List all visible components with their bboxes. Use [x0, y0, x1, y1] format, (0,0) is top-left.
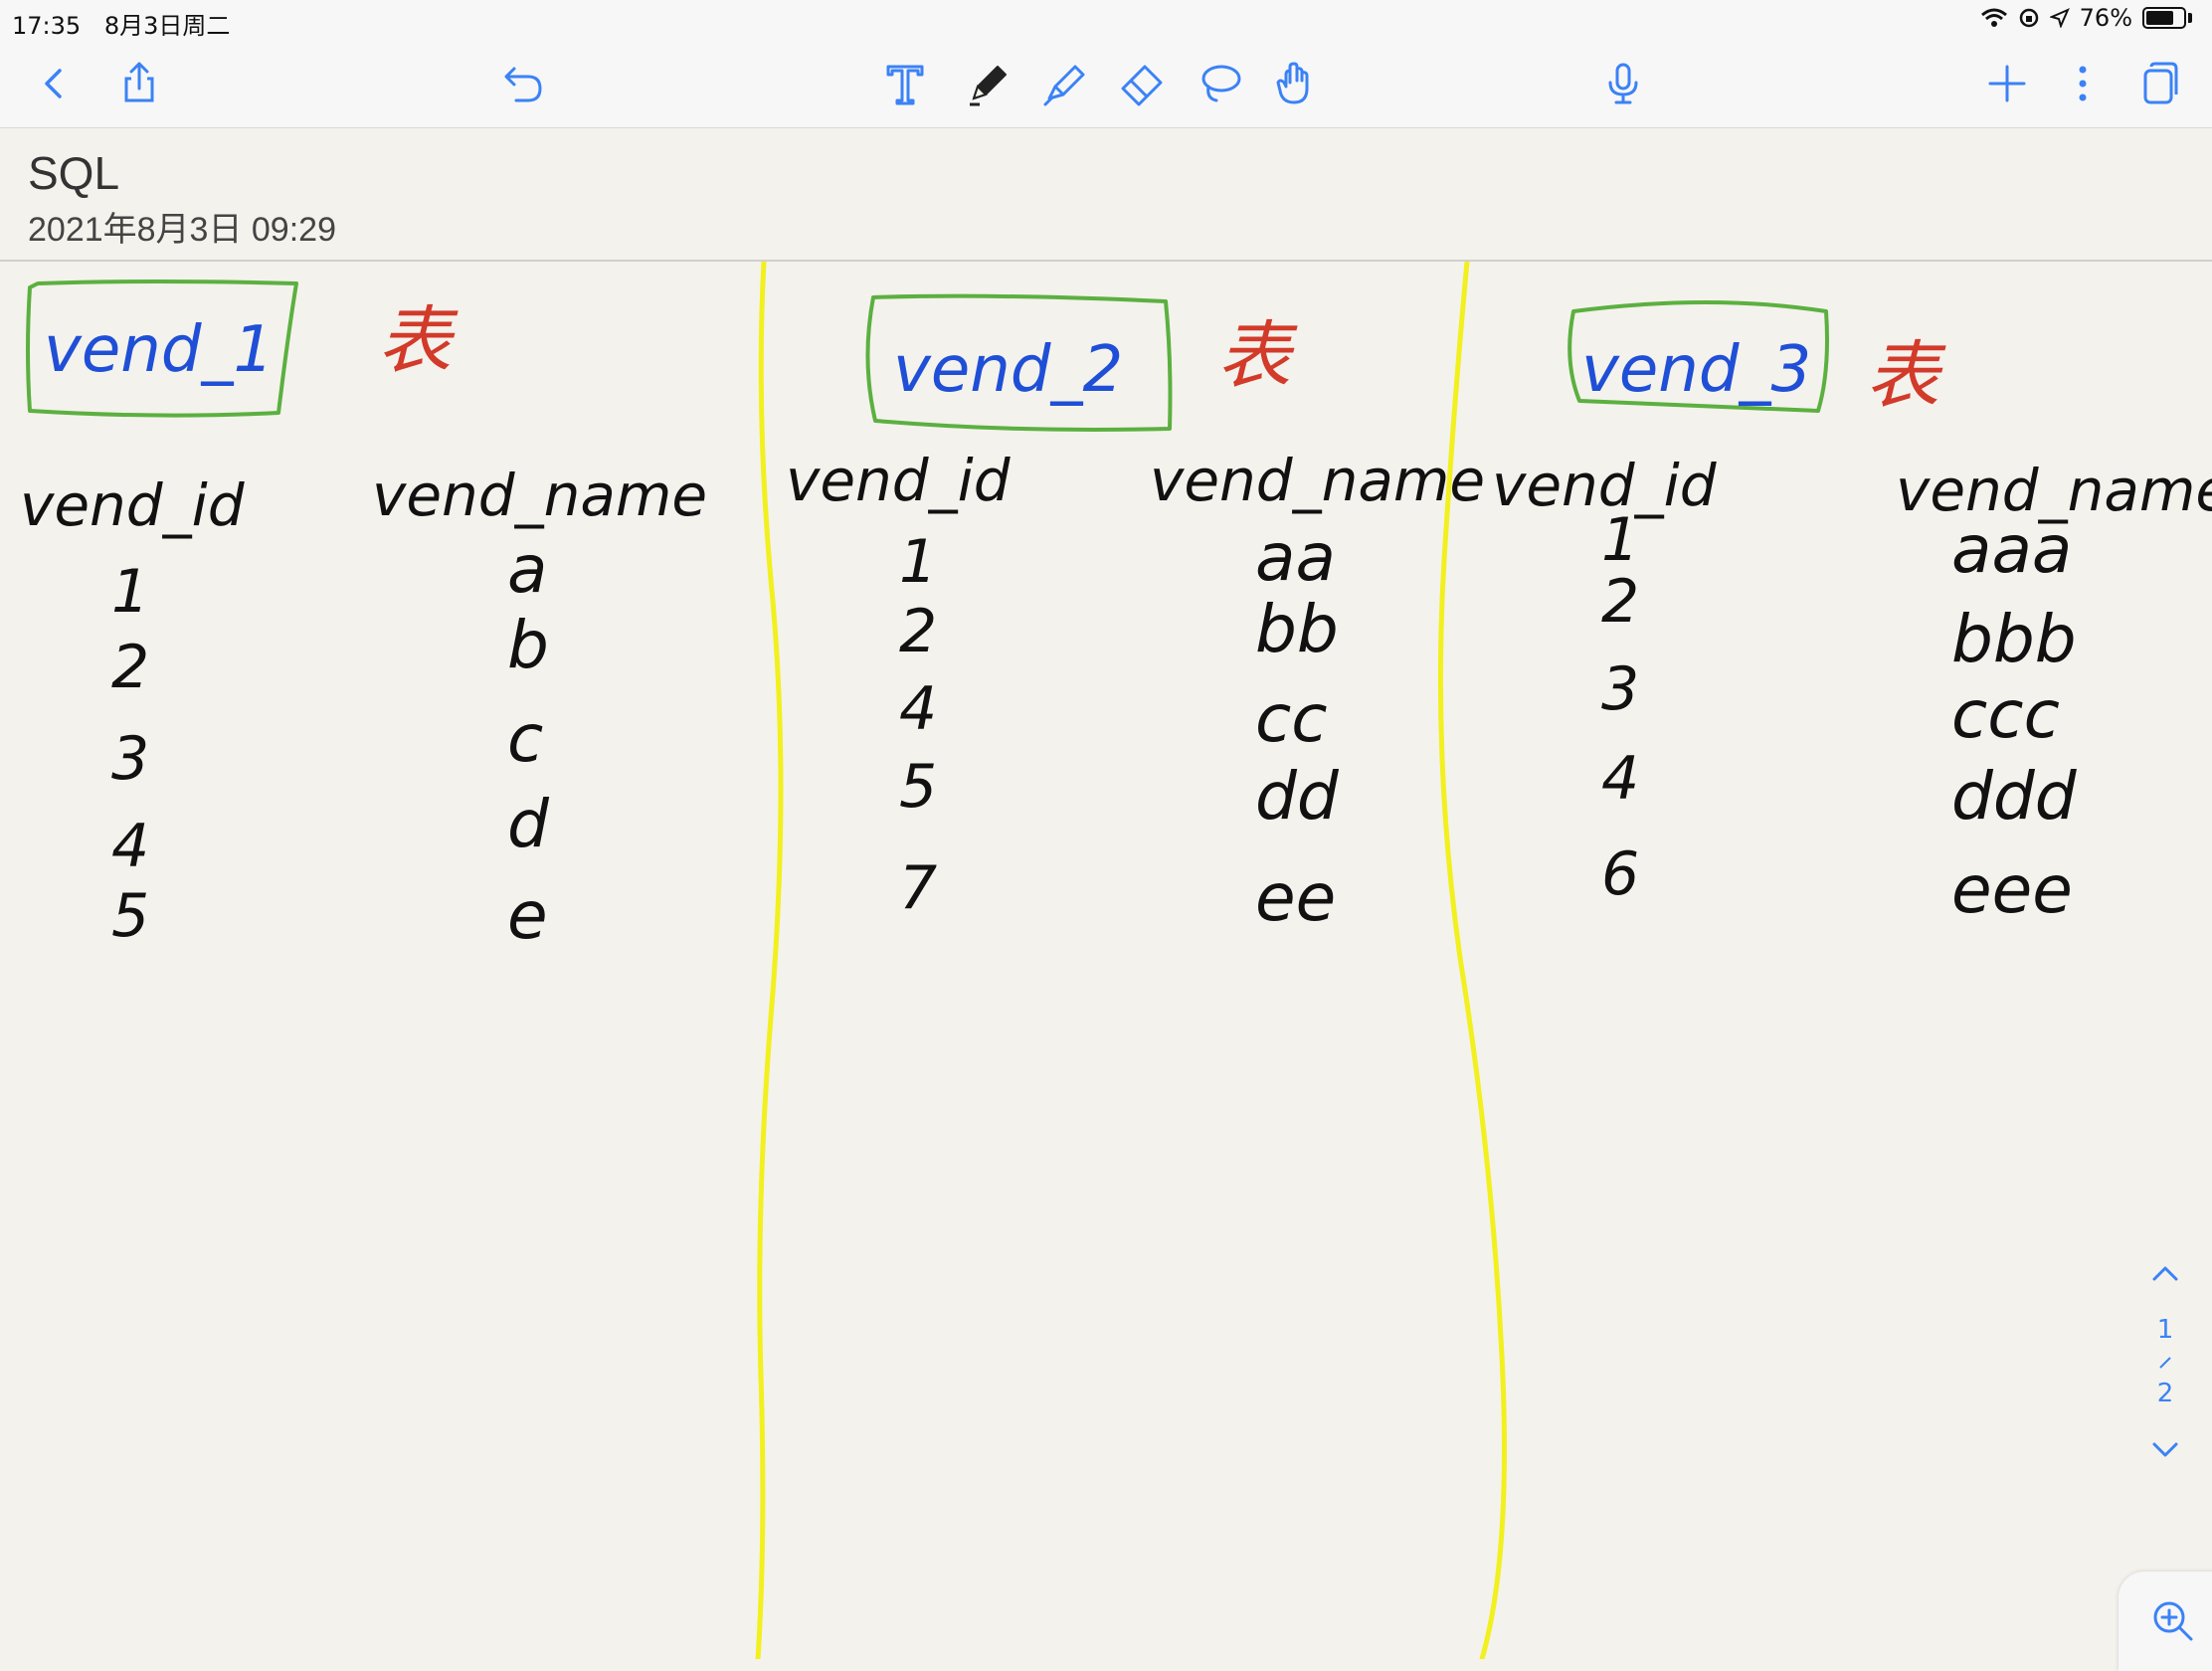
toolbar [0, 40, 2212, 128]
note-header: SQL 2021年8月3日 09:29 [0, 128, 2212, 262]
cell-vend-name-1-5: e [507, 877, 548, 954]
share-icon [124, 62, 154, 102]
more-icon [2079, 66, 2087, 101]
table-suffix-1: 表 [378, 298, 459, 384]
back-icon [45, 69, 62, 98]
cell-vend-name-1-3: c [507, 700, 543, 777]
eraser-tool-button[interactable] [1112, 54, 1172, 113]
clock: 17:35 [12, 12, 82, 40]
table-name-2: vend_2 [893, 333, 1123, 407]
current-page: 1 [2156, 1315, 2174, 1345]
battery-tip [2188, 13, 2192, 23]
more-button[interactable] [2053, 54, 2113, 113]
cell-vend-id-1-2: 2 [111, 633, 149, 702]
cell-vend-name-3-5: eee [1951, 851, 2073, 928]
lasso-tool-icon [1201, 65, 1241, 102]
handwriting-canvas[interactable]: vend_1 表 vend_id vend_name vend_2 表 vend… [0, 262, 2212, 1659]
battery-percent: 76% [2079, 4, 2132, 32]
header-vend-id-1: vend_id [20, 471, 246, 539]
page-separator-icon [2158, 1347, 2172, 1377]
hand-tool-icon [1276, 62, 1309, 104]
cell-vend-name-2-5: ee [1255, 859, 1336, 936]
status-date: 8月3日周二 [103, 12, 231, 40]
lasso-tool-button[interactable] [1190, 54, 1249, 113]
cell-vend-name-1-1: a [507, 531, 547, 608]
undo-button[interactable] [493, 54, 553, 113]
previous-page-button[interactable] [2145, 1253, 2185, 1293]
cell-vend-name-1-4: d [507, 786, 550, 862]
note-date: 2021年8月3日 09:29 [28, 211, 336, 249]
undo-icon [504, 67, 542, 102]
cell-vend-name-3-2: bbb [1951, 601, 2077, 677]
location-icon [2049, 8, 2070, 28]
back-button[interactable] [24, 54, 84, 113]
divider-line-1 [755, 262, 784, 1659]
cell-vend-id-2-3: 4 [899, 674, 937, 744]
orientation-lock-icon [2019, 8, 2038, 28]
table-cells: 1 a 2 b 3 c 4 d 5 e 1 aa 2 bb 4 cc 5 dd 7 ee 1 aaa 2 bbb 3 ccc 4 dd… [111, 505, 2078, 954]
highlighter-tool-button[interactable] [1034, 54, 1094, 113]
cell-vend-id-3-5: 6 [1601, 839, 1639, 909]
cell-vend-id-1-4: 4 [111, 812, 149, 881]
cell-vend-name-1-2: b [507, 607, 549, 683]
cell-vend-id-3-3: 3 [1601, 654, 1639, 724]
pages-overview-icon [2143, 62, 2178, 104]
battery-icon [2142, 7, 2186, 29]
microphone-icon [1608, 63, 1638, 104]
next-page-button[interactable] [2145, 1430, 2185, 1470]
status-time: 17:35 8月3日周二 [12, 6, 230, 41]
cell-vend-name-3-3: ccc [1951, 676, 2060, 753]
cell-vend-id-3-1: 1 [1601, 505, 1639, 575]
eraser-tool-icon [1121, 65, 1163, 106]
table-suffix-3: 表 [1866, 333, 1946, 419]
ink-layer: vend_1 表 vend_id vend_name vend_2 表 vend… [20, 262, 2212, 1659]
battery-fill [2146, 11, 2173, 25]
cell-vend-id-3-2: 2 [1601, 567, 1639, 637]
hand-tool-button[interactable] [1267, 54, 1327, 113]
pen-tool-icon [970, 66, 1007, 106]
status-bar: 17:35 8月3日周二 76% [0, 0, 2212, 40]
cell-vend-id-2-5: 7 [899, 853, 937, 923]
header-vend-id-2: vend_id [786, 447, 1012, 514]
cell-vend-id-1-3: 3 [111, 724, 149, 794]
share-button[interactable] [109, 54, 169, 113]
cell-vend-name-3-4: ddd [1951, 758, 2078, 835]
microphone-button[interactable] [1593, 54, 1653, 113]
chevron-up-icon [2152, 1266, 2178, 1281]
zoom-in-icon [2153, 1601, 2193, 1641]
cell-vend-id-1-5: 5 [111, 881, 149, 951]
status-indicators: 76% [1980, 4, 2192, 32]
table-suffix-2: 表 [1217, 313, 1298, 399]
text-tool-button[interactable] [875, 54, 935, 113]
pen-tool-button[interactable] [959, 54, 1018, 113]
cell-vend-id-2-4: 5 [899, 752, 937, 822]
header-vend-name-1: vend_name [372, 462, 707, 529]
cell-vend-name-3-1: aaa [1951, 511, 2072, 588]
total-pages: 2 [2156, 1379, 2174, 1408]
note-title[interactable]: SQL [28, 146, 119, 200]
table-name-1: vend_1 [44, 313, 274, 387]
cell-vend-name-2-2: bb [1255, 591, 1339, 667]
table-name-3: vend_3 [1581, 333, 1811, 407]
pages-overview-button[interactable] [2130, 54, 2190, 113]
cell-vend-id-1-1: 1 [111, 557, 149, 627]
highlighter-tool-icon [1043, 65, 1085, 106]
cell-vend-id-3-4: 4 [1601, 744, 1639, 814]
cell-vend-name-2-4: dd [1255, 758, 1340, 835]
cell-vend-id-2-2: 2 [899, 597, 937, 666]
add-page-icon [1988, 65, 2026, 102]
cell-vend-name-2-3: cc [1255, 680, 1328, 757]
add-page-button[interactable] [1977, 54, 2037, 113]
header-vend-name-2: vend_name [1150, 447, 1485, 514]
wifi-icon [1980, 8, 2007, 27]
zoom-button[interactable] [2119, 1572, 2212, 1671]
cell-vend-id-2-1: 1 [899, 527, 937, 597]
text-tool-icon [886, 65, 924, 105]
cell-vend-name-2-1: aa [1255, 519, 1336, 596]
chevron-down-icon [2152, 1442, 2178, 1457]
page-navigator: 1 2 [2130, 1253, 2200, 1512]
